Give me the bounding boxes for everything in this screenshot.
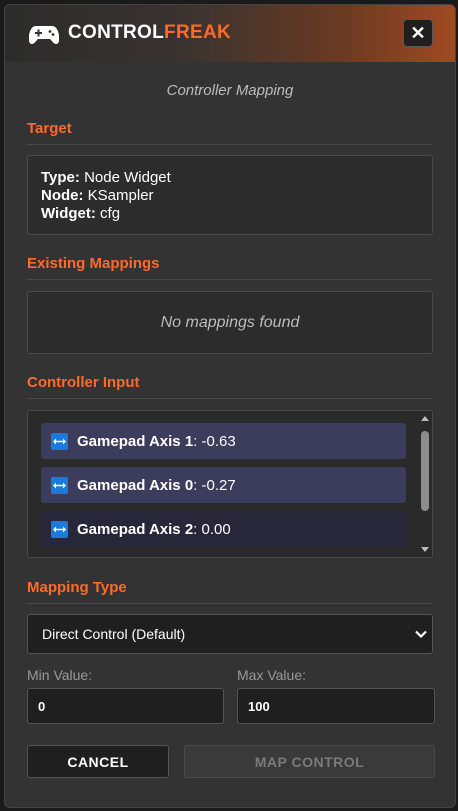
section-divider <box>27 144 433 145</box>
input-value: : -0.27 <box>193 476 236 494</box>
target-node-label: Node: <box>41 187 84 204</box>
list-item-partial <box>41 555 406 557</box>
section-divider <box>27 603 433 604</box>
max-value-text: 100 <box>248 698 270 714</box>
target-info-box: Type: Node Widget Node: KSampler Widget:… <box>27 155 433 235</box>
input-name: Gamepad Axis 2 <box>77 520 194 538</box>
map-control-button-label: MAP CONTROL <box>254 753 365 770</box>
section-divider <box>27 279 433 280</box>
mapping-type-title: Mapping Type <box>27 579 127 596</box>
no-mappings-text: No mappings found <box>160 313 300 331</box>
target-widget-row: Widget: cfg <box>41 205 432 223</box>
mapping-type-select[interactable]: Direct Control (Default) <box>27 614 433 654</box>
max-value-input[interactable]: 100 <box>237 688 435 724</box>
target-widget-value: cfg <box>100 205 121 222</box>
existing-mappings-box: No mappings found <box>27 291 433 354</box>
axis-arrows-icon <box>51 476 68 494</box>
scroll-up-arrow-icon[interactable] <box>421 416 429 421</box>
input-value: : 0.00 <box>193 520 231 538</box>
min-value-label: Min Value: <box>27 667 93 683</box>
cancel-button-label: CANCEL <box>67 753 129 770</box>
target-type-row: Type: Node Widget <box>41 169 432 187</box>
input-name: Gamepad Axis 1 <box>77 432 194 450</box>
existing-mappings-title: Existing Mappings <box>27 255 160 272</box>
axis-arrows-icon <box>51 432 68 450</box>
chevron-down-icon <box>415 630 427 639</box>
controller-input-list[interactable]: Gamepad Axis 1: -0.63 Gamepad Axis 0: -0… <box>27 410 433 558</box>
list-item[interactable]: Gamepad Axis 2: 0.00 <box>41 511 406 547</box>
target-type-value: Node Widget <box>84 169 171 186</box>
close-icon: ✕ <box>410 22 426 43</box>
target-type-label: Type: <box>41 169 80 186</box>
app-title-freak: FREAK <box>164 22 231 43</box>
input-name: Gamepad Axis 0 <box>77 476 194 494</box>
scroll-down-arrow-icon[interactable] <box>421 547 429 552</box>
min-value-text: 0 <box>38 698 46 714</box>
mapping-type-value: Direct Control (Default) <box>42 626 186 642</box>
gamepad-icon <box>29 26 59 44</box>
controller-input-title: Controller Input <box>27 374 140 391</box>
app-title-control: CONTROL <box>68 22 165 43</box>
target-node-row: Node: KSampler <box>41 187 432 205</box>
cancel-button[interactable]: CANCEL <box>27 745 169 778</box>
close-button[interactable]: ✕ <box>403 19 433 47</box>
list-item[interactable]: Gamepad Axis 1: -0.63 <box>41 423 406 459</box>
max-value-label: Max Value: <box>237 667 306 683</box>
target-widget-label: Widget: <box>41 205 96 222</box>
dialog-subtitle: Controller Mapping <box>166 82 294 99</box>
target-section-title: Target <box>27 120 72 137</box>
controller-mapping-dialog: CONTROLFREAK ✕ Controller Mapping Target… <box>4 4 456 808</box>
list-item[interactable]: Gamepad Axis 0: -0.27 <box>41 467 406 503</box>
axis-arrows-icon <box>51 520 68 538</box>
min-value-input[interactable]: 0 <box>27 688 224 724</box>
input-value: : -0.63 <box>193 432 236 450</box>
app-title: CONTROLFREAK <box>68 22 231 44</box>
input-list-scrollbar[interactable] <box>418 411 432 557</box>
map-control-button[interactable]: MAP CONTROL <box>184 745 435 778</box>
dialog-header: CONTROLFREAK ✕ <box>5 5 455 62</box>
section-divider <box>27 398 433 399</box>
scroll-thumb[interactable] <box>421 431 429 511</box>
target-node-value: KSampler <box>87 187 154 204</box>
